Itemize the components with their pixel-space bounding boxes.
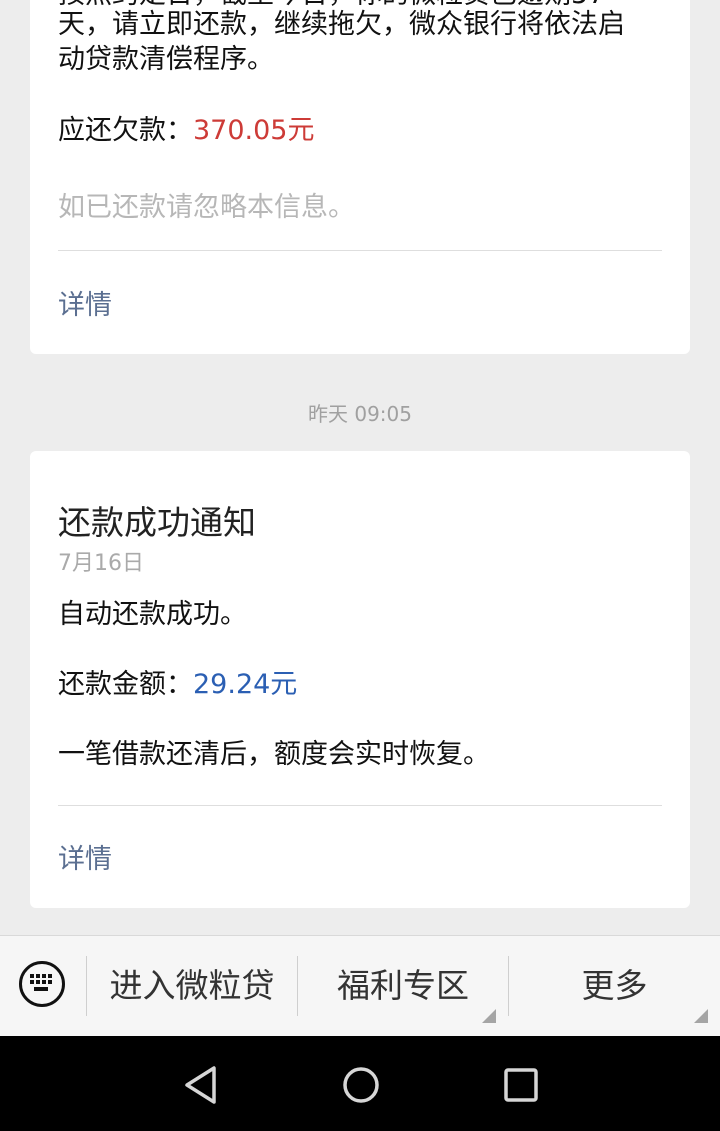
triangle-back-icon (185, 1066, 216, 1104)
amount-due-row: 应还欠款：370.05元 (58, 114, 314, 148)
menu-more[interactable]: 更多 (509, 936, 720, 1036)
submenu-indicator-icon (482, 1009, 496, 1023)
system-navigation-bar (0, 1036, 720, 1131)
card-divider (58, 805, 662, 806)
menu-enter-weilidai[interactable]: 进入微粒贷 (87, 936, 297, 1036)
amount-due-label: 应还欠款： (58, 115, 193, 146)
keyboard-icon[interactable] (19, 961, 65, 1007)
official-account-menu: 进入微粒贷 福利专区 更多 (0, 935, 720, 1036)
auto-repay-message: 自动还款成功。 (58, 599, 247, 630)
overdue-message-line-3: 动贷款清偿程序。 (58, 44, 274, 75)
card-date: 7月16日 (58, 551, 144, 576)
ignore-if-paid-note: 如已还款请忽略本信息。 (58, 192, 355, 223)
overdue-notice-card: 按照约定日，截至今日，你的微粒贷已逾期57 天，请立即还款，继续拖欠，微众银行将… (30, 0, 690, 354)
card-divider (58, 250, 662, 251)
overdue-message-line-2: 天，请立即还款，继续拖欠，微众银行将依法启 (58, 9, 625, 40)
back-icon[interactable] (178, 1061, 226, 1109)
submenu-indicator-icon (694, 1009, 708, 1023)
credit-restore-message: 一笔借款还清后，额度会实时恢复。 (58, 739, 490, 770)
recents-icon[interactable] (497, 1061, 545, 1109)
details-link[interactable]: 详情 (58, 283, 112, 322)
card-title: 还款成功通知 (58, 503, 256, 542)
details-link[interactable]: 详情 (58, 837, 112, 876)
circle-home-icon (343, 1067, 379, 1103)
repayment-success-card: 还款成功通知 7月16日 自动还款成功。 还款金额：29.24元 一笔借款还清后… (30, 451, 690, 908)
repay-amount-label: 还款金额： (58, 669, 193, 700)
square-recents-icon (504, 1068, 538, 1102)
keyboard-icon (30, 974, 52, 991)
amount-due-value: 370.05元 (193, 115, 315, 146)
menu-welfare-zone[interactable]: 福利专区 (298, 936, 508, 1036)
home-icon[interactable] (337, 1061, 385, 1109)
message-timestamp: 昨天 09:05 (308, 402, 412, 426)
repay-amount-row: 还款金额：29.24元 (58, 668, 297, 702)
repay-amount-value: 29.24元 (193, 669, 298, 700)
